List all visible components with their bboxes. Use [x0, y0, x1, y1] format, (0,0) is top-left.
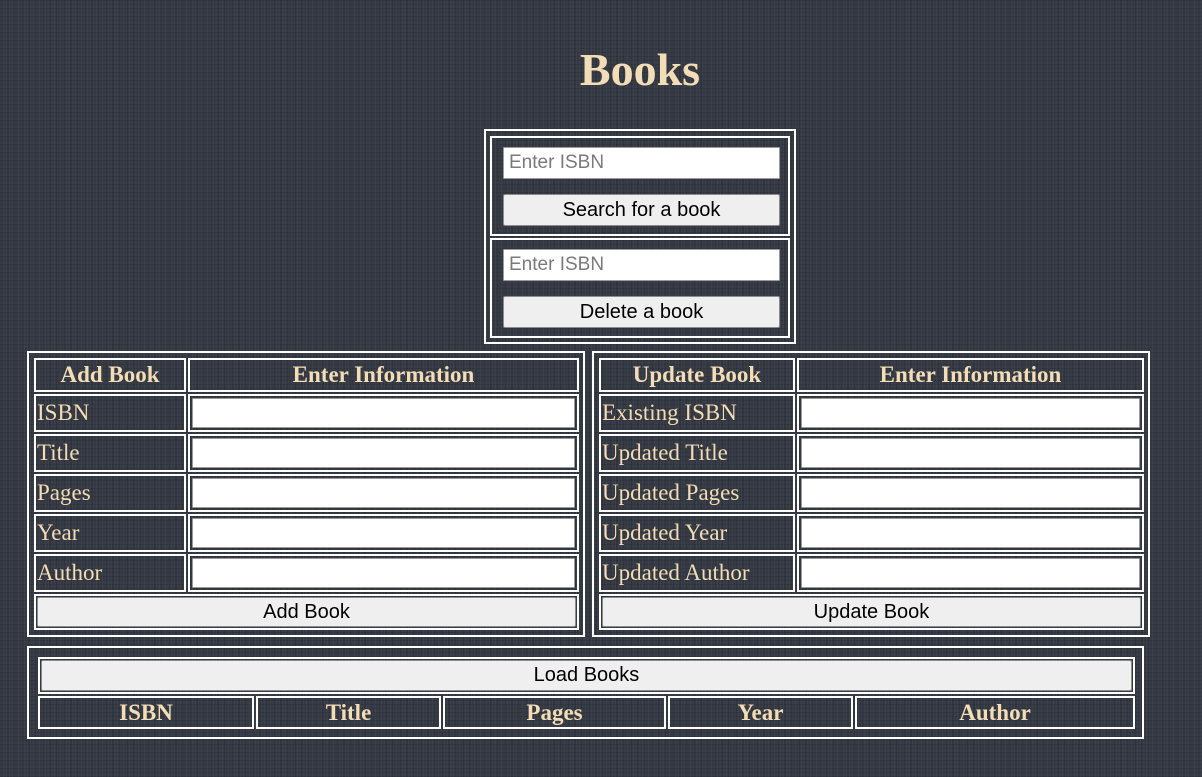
update-isbn-input[interactable] — [801, 398, 1140, 428]
column-header-year: Year — [668, 696, 853, 729]
add-input-cell-title — [188, 434, 579, 472]
update-book-table: Update Book Enter Information Existing I… — [592, 351, 1150, 637]
add-input-cell-author — [188, 554, 579, 592]
update-title-input[interactable] — [801, 438, 1140, 468]
search-isbn-input[interactable] — [503, 147, 780, 179]
delete-isbn-input[interactable] — [503, 249, 780, 281]
column-header-isbn: ISBN — [38, 696, 254, 729]
search-cell: Search for a book — [490, 136, 790, 236]
add-year-input[interactable] — [192, 518, 575, 548]
add-header-info: Enter Information — [188, 358, 579, 392]
update-button-cell: Update Book — [599, 594, 1144, 630]
update-header-label: Update Book — [599, 358, 795, 392]
add-pages-input[interactable] — [192, 478, 575, 508]
update-label-author: Updated Author — [599, 554, 795, 592]
update-label-isbn: Existing ISBN — [599, 394, 795, 432]
add-book-button[interactable]: Add Book — [37, 597, 576, 627]
page-title: Books — [579, 44, 701, 95]
add-input-cell-year — [188, 514, 579, 552]
load-button-cell: Load Books — [38, 657, 1135, 694]
update-year-input[interactable] — [801, 518, 1140, 548]
update-label-title: Updated Title — [599, 434, 795, 472]
search-delete-table: Search for a book Delete a book — [484, 129, 796, 344]
update-input-cell-year — [797, 514, 1144, 552]
add-header-label: Add Book — [34, 358, 186, 392]
delete-cell: Delete a book — [490, 238, 790, 338]
add-button-cell: Add Book — [34, 594, 579, 630]
update-label-pages: Updated Pages — [599, 474, 795, 512]
add-input-cell-isbn — [188, 394, 579, 432]
update-input-cell-author — [797, 554, 1144, 592]
column-header-pages: Pages — [443, 696, 666, 729]
add-title-input[interactable] — [192, 438, 575, 468]
add-label-author: Author — [34, 554, 186, 592]
search-button[interactable]: Search for a book — [503, 194, 780, 226]
add-book-table: Add Book Enter Information ISBN Title Pa… — [27, 351, 585, 637]
update-input-cell-pages — [797, 474, 1144, 512]
load-books-button[interactable]: Load Books — [41, 660, 1132, 691]
add-label-year: Year — [34, 514, 186, 552]
add-label-title: Title — [34, 434, 186, 472]
add-author-input[interactable] — [192, 558, 575, 588]
update-pages-input[interactable] — [801, 478, 1140, 508]
add-label-pages: Pages — [34, 474, 186, 512]
books-list-table: Load Books ISBN Title Pages Year Author — [27, 646, 1144, 739]
add-input-cell-pages — [188, 474, 579, 512]
update-author-input[interactable] — [801, 558, 1140, 588]
column-header-title: Title — [256, 696, 441, 729]
add-label-isbn: ISBN — [34, 394, 186, 432]
update-input-cell-isbn — [797, 394, 1144, 432]
update-book-button[interactable]: Update Book — [602, 597, 1141, 627]
add-isbn-input[interactable] — [192, 398, 575, 428]
update-label-year: Updated Year — [599, 514, 795, 552]
update-header-info: Enter Information — [797, 358, 1144, 392]
delete-button[interactable]: Delete a book — [503, 296, 780, 328]
column-header-author: Author — [855, 696, 1135, 729]
update-input-cell-title — [797, 434, 1144, 472]
